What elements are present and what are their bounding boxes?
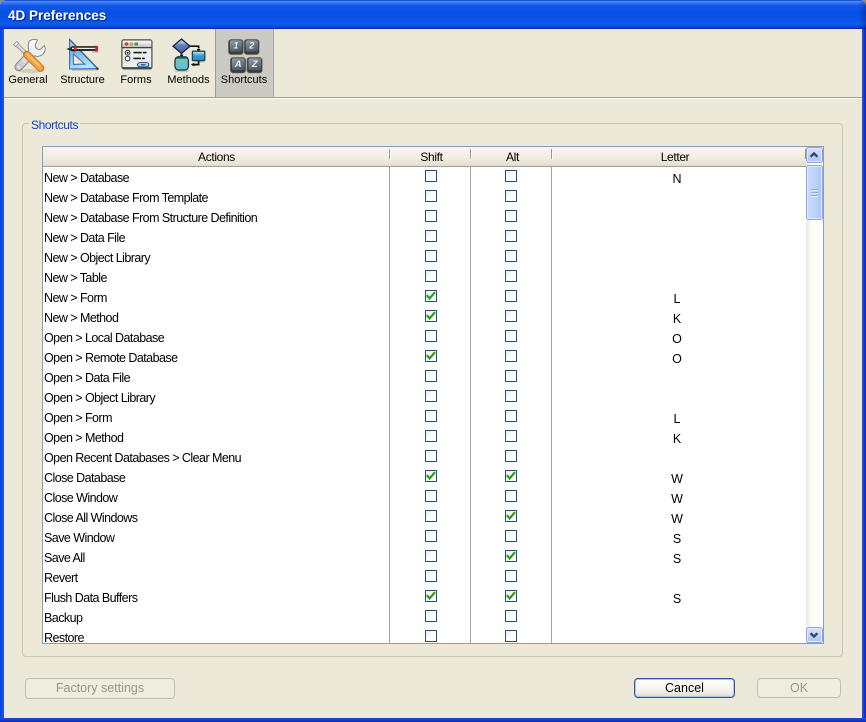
svg-text:1: 1	[233, 41, 238, 51]
svg-text:2: 2	[248, 41, 254, 51]
svg-text:Z: Z	[251, 59, 259, 70]
svg-text:A: A	[234, 59, 242, 70]
